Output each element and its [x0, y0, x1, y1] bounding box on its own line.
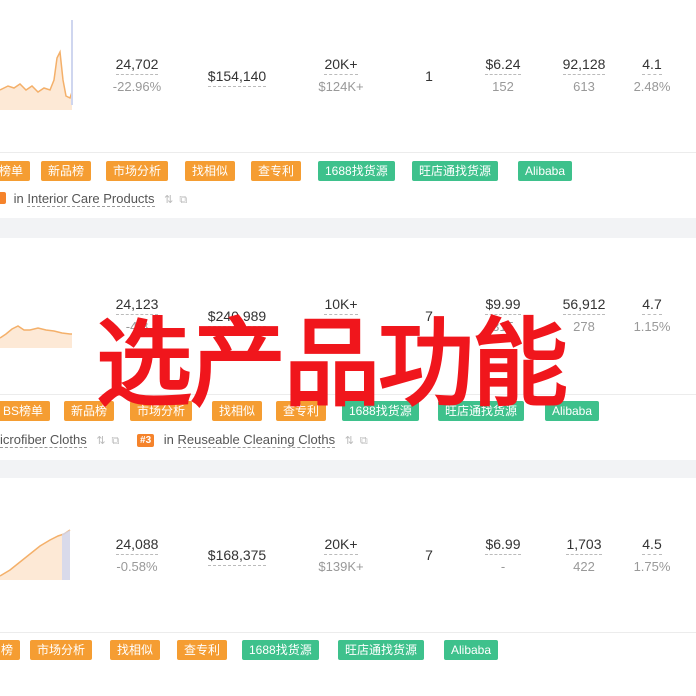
ratings-count[interactable]: 56,912: [562, 296, 606, 315]
rank-category-link[interactable]: icrofiber Cloths: [0, 432, 87, 448]
product-row-1: 24,702 -22.96% $154,140 20K+ $124K+ 1 $6…: [0, 0, 696, 212]
revenue-metric: $168,375: [192, 547, 282, 566]
rating-metric: 4.1 2.48%: [607, 56, 696, 95]
monthly-revenue[interactable]: $168,375: [207, 547, 267, 566]
tag-bestseller-list[interactable]: BS榜单: [0, 401, 51, 421]
star-rating[interactable]: 4.7: [642, 296, 662, 315]
tag-alibaba[interactable]: Alibaba: [518, 161, 573, 181]
tag-bar: 榜单 新品榜 市场分析 找相似 查专利 1688找货源 旺店通找货源 Aliba…: [0, 161, 696, 183]
sales-change: -22.96%: [112, 79, 162, 94]
monthly-sales[interactable]: 24,702: [115, 56, 159, 75]
rating-metric: 4.5 1.75%: [607, 536, 696, 575]
sales-metric: 24,088 -0.58%: [92, 536, 182, 575]
variation-count: 7: [425, 308, 433, 324]
tag-alibaba[interactable]: Alibaba: [444, 640, 499, 660]
sales-change: -4.8: [125, 319, 149, 334]
rank-line: in Interior Care Products ⇅ ⧉: [0, 190, 187, 208]
tag-alibaba[interactable]: Alibaba: [545, 401, 600, 421]
monthly-revenue[interactable]: $154,140: [207, 68, 267, 87]
product-row-3: 24,088 -0.58% $168,375 20K+ $139K+ 7 $6.…: [0, 478, 696, 696]
variation-count: 7: [425, 547, 433, 563]
sales-trend-sparkline[interactable]: [0, 478, 80, 588]
rank-prefix: in: [163, 432, 174, 447]
external-link-icon[interactable]: ⧉: [179, 194, 187, 206]
tag-1688-sourcing[interactable]: 1688找货源: [342, 401, 419, 421]
tag-market-analysis[interactable]: 市场分析: [106, 161, 169, 181]
tag-wangdiantong-sourcing[interactable]: 旺店通找货源: [438, 401, 525, 421]
external-link-icon[interactable]: ⧉: [360, 435, 368, 447]
ratings-count[interactable]: 92,128: [562, 56, 606, 75]
sort-icon[interactable]: ⇅: [164, 194, 173, 206]
tag-market-analysis[interactable]: 市场分析: [30, 640, 93, 660]
revenue-metric: $154,140: [192, 68, 282, 87]
tag-bestseller-list[interactable]: 榜单: [0, 161, 31, 181]
tag-patent-search[interactable]: 查专利: [276, 401, 327, 421]
revenue-estimate: $124K+: [318, 79, 364, 94]
price[interactable]: $6.24: [485, 56, 521, 75]
tag-new-release-list[interactable]: 新品榜: [41, 161, 92, 181]
price-metric: $6.99 -: [458, 536, 548, 575]
tag-market-analysis[interactable]: 市场分析: [130, 401, 193, 421]
tag-find-similar[interactable]: 找相似: [185, 161, 236, 181]
tag-patent-search[interactable]: 查专利: [251, 161, 302, 181]
tag-find-similar[interactable]: 找相似: [212, 401, 263, 421]
tag-new-release-list[interactable]: 榜: [0, 640, 21, 660]
tag-wangdiantong-sourcing[interactable]: 旺店通找货源: [412, 161, 499, 181]
sales-estimate[interactable]: 10K+: [324, 296, 358, 315]
sort-icon[interactable]: ⇅: [96, 435, 105, 447]
sales-trend-sparkline[interactable]: [0, 0, 80, 110]
rating-sub: 1.75%: [633, 559, 671, 574]
price-metric: $6.24 152: [458, 56, 548, 95]
tag-find-similar[interactable]: 找相似: [110, 640, 161, 660]
external-link-icon[interactable]: ⧉: [112, 435, 120, 447]
price[interactable]: $9.99: [485, 296, 521, 315]
sales-metric: 24,702 -22.96%: [92, 56, 182, 95]
price-metric: $9.99 315: [458, 296, 548, 335]
monthly-revenue[interactable]: $240,989: [207, 308, 267, 327]
rating-sub: 2.48%: [633, 79, 671, 94]
rating-sub: 1.15%: [633, 319, 671, 334]
rank-category-link[interactable]: Reuseable Cleaning Cloths: [177, 432, 336, 448]
estimate-metric: 20K+ $139K+: [296, 536, 386, 575]
row-separator: [0, 218, 696, 238]
sales-change: -0.58%: [116, 559, 158, 574]
estimate-metric: 10K+: [296, 296, 386, 319]
row-separator: [0, 460, 696, 478]
tag-new-release-list[interactable]: 新品榜: [64, 401, 115, 421]
price-sub: -: [500, 559, 506, 574]
sales-estimate[interactable]: 20K+: [324, 56, 358, 75]
product-row-2: 24,123 -4.8 $240,989 10K+ 7 $9.99 315 56…: [0, 238, 696, 460]
star-rating[interactable]: 4.5: [642, 536, 662, 555]
estimate-metric: 20K+ $124K+: [296, 56, 386, 95]
rank-category-link[interactable]: Interior Care Products: [27, 191, 155, 207]
monthly-sales[interactable]: 24,088: [115, 536, 159, 555]
variation-count: 1: [425, 68, 433, 84]
rating-metric: 4.7 1.15%: [607, 296, 696, 335]
price-sub: 152: [492, 79, 514, 94]
revenue-metric: $240,989: [192, 308, 282, 327]
tag-bar: BS榜单 新品榜 市场分析 找相似 查专利 1688找货源 旺店通找货源 Ali…: [0, 401, 696, 423]
sales-metric: 24,123 -4.8: [92, 296, 182, 335]
sales-trend-sparkline[interactable]: [0, 238, 80, 348]
revenue-estimate: $139K+: [318, 559, 364, 574]
divider: [0, 394, 696, 395]
divider: [0, 152, 696, 153]
tag-bar: 榜 市场分析 找相似 查专利 1688找货源 旺店通找货源 Alibaba: [0, 640, 696, 662]
sales-estimate[interactable]: 20K+: [324, 536, 358, 555]
ratings-count[interactable]: 1,703: [566, 536, 602, 555]
tag-wangdiantong-sourcing[interactable]: 旺店通找货源: [338, 640, 425, 660]
price-sub: 315: [492, 319, 514, 334]
divider: [0, 632, 696, 633]
tag-1688-sourcing[interactable]: 1688找货源: [318, 161, 395, 181]
price[interactable]: $6.99: [485, 536, 521, 555]
rank-badge: [0, 192, 6, 204]
tag-patent-search[interactable]: 查专利: [177, 640, 228, 660]
rank-line: icrofiber Cloths ⇅ ⧉ #3 in Reuseable Clea…: [0, 431, 368, 449]
rank-badge: #3: [137, 434, 155, 447]
star-rating[interactable]: 4.1: [642, 56, 662, 75]
tag-1688-sourcing[interactable]: 1688找货源: [242, 640, 319, 660]
sort-icon[interactable]: ⇅: [345, 435, 354, 447]
rank-prefix: in: [13, 191, 24, 206]
monthly-sales[interactable]: 24,123: [115, 296, 159, 315]
